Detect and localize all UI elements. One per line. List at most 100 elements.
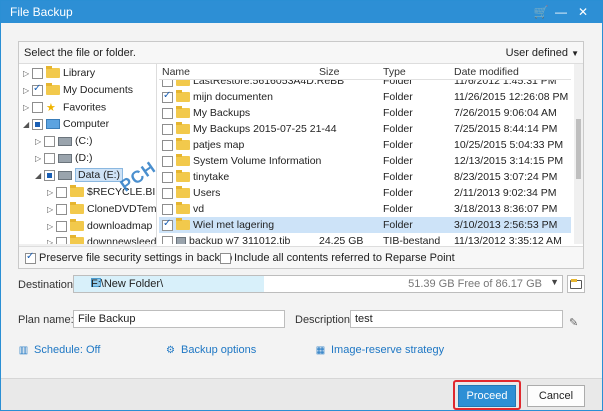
- filter-dropdown[interactable]: User defined ▼: [506, 47, 579, 59]
- row-checkbox[interactable]: [162, 187, 173, 199]
- tree-item-recycle-bin[interactable]: ▷ $RECYCLE.BIN: [47, 185, 156, 203]
- browse-folder-button[interactable]: [567, 275, 585, 293]
- panel-header: Select the file or folder. User defined …: [19, 42, 583, 64]
- row-name: Users: [162, 186, 220, 199]
- collapse-arrow-icon[interactable]: ◢: [23, 120, 32, 129]
- row-checkbox[interactable]: [162, 218, 173, 231]
- proceed-button[interactable]: Proceed: [458, 385, 516, 407]
- table-row[interactable]: mijn documenten Folder 11/26/2015 12:26:08…: [159, 89, 571, 105]
- schedule-label: Schedule: Off: [34, 344, 101, 356]
- tree-item-library[interactable]: ▷ Library: [23, 66, 96, 84]
- drive-icon: [58, 153, 72, 163]
- row-name-text: Wiel met lagering: [193, 219, 275, 231]
- checkbox[interactable]: [32, 102, 43, 113]
- checkbox[interactable]: [44, 152, 55, 164]
- row-checkbox[interactable]: [162, 90, 173, 103]
- preserve-security-checkbox[interactable]: [25, 251, 36, 264]
- edit-icon[interactable]: ✎: [569, 316, 578, 329]
- checkbox[interactable]: [56, 220, 67, 232]
- row-checkbox[interactable]: [162, 139, 173, 151]
- table-row[interactable]: Users Folder 2/11/2013 9:02:34 PM: [159, 185, 571, 201]
- tree-label: My Documents: [63, 84, 134, 96]
- checkbox[interactable]: [32, 67, 43, 79]
- table-row[interactable]: tinytake Folder 8/23/2015 3:07:24 PM: [159, 169, 571, 185]
- tree-label: downloadmap: [87, 220, 153, 232]
- column-header-type[interactable]: Type: [383, 66, 406, 78]
- tree-item-favorites[interactable]: ▷ ★ Favorites: [23, 101, 106, 118]
- expand-arrow-icon[interactable]: ▷: [23, 86, 32, 95]
- documents-icon: [46, 83, 60, 96]
- checkbox[interactable]: [32, 83, 43, 96]
- tree-item-computer[interactable]: ◢ Computer: [23, 118, 109, 135]
- tree-label: CloneDVDTem: [87, 203, 157, 215]
- chevron-down-icon[interactable]: ▼: [550, 277, 559, 287]
- tree-item-drive-e[interactable]: ◢ Data (E:): [35, 168, 124, 186]
- close-button[interactable]: ✕: [575, 4, 591, 20]
- row-name-text: My Backups: [193, 107, 251, 119]
- description-label: Description:: [295, 314, 354, 326]
- include-reparse-option[interactable]: Include all contents referred to Reparse…: [220, 252, 455, 264]
- tree-item-downloadmap[interactable]: ▷ downloadmap: [47, 219, 153, 237]
- cancel-button[interactable]: Cancel: [527, 385, 585, 407]
- tree-item-drive-d[interactable]: ▷ (D:): [35, 152, 93, 169]
- expand-arrow-icon[interactable]: ▷: [35, 154, 44, 163]
- column-header-date[interactable]: Date modified: [454, 66, 519, 78]
- schedule-link[interactable]: ▥ Schedule: Off: [18, 344, 101, 356]
- backup-options-link[interactable]: ⚙ Backup options: [165, 344, 256, 356]
- image-reserve-link[interactable]: ▦ Image-reserve strategy: [315, 344, 444, 356]
- table-row[interactable]: backup w7 311012.tib 24.25 GB TIB-bestand 1…: [159, 233, 571, 244]
- checkbox[interactable]: [44, 135, 55, 147]
- description-input[interactable]: test: [350, 310, 563, 328]
- scrollbar-thumb[interactable]: [576, 119, 581, 179]
- preserve-security-label: Preserve file security settings in backu…: [39, 252, 233, 264]
- column-header-name[interactable]: Name: [162, 66, 190, 78]
- expand-arrow-icon[interactable]: ▷: [35, 137, 44, 146]
- folder-tree: ▷ Library ▷ My Documents ▷ ★ Favorites ◢ Comp…: [19, 64, 157, 244]
- table-row[interactable]: Wiel met lagering Folder 3/10/2013 2:56:53…: [159, 217, 571, 233]
- row-checkbox[interactable]: [162, 171, 173, 183]
- table-row[interactable]: System Volume Information Folder 12/13/201…: [159, 153, 571, 169]
- list-vertical-scrollbar[interactable]: [574, 64, 583, 244]
- plan-name-input[interactable]: File Backup: [73, 310, 285, 328]
- expand-arrow-icon[interactable]: ▷: [47, 188, 56, 197]
- expand-arrow-icon[interactable]: ▷: [23, 69, 32, 78]
- checkbox[interactable]: [32, 118, 43, 130]
- tree-item-my-documents[interactable]: ▷ My Documents: [23, 83, 134, 101]
- tree-label: Library: [63, 67, 96, 79]
- row-checkbox[interactable]: [162, 123, 173, 135]
- file-backup-window: File Backup 🛒 — ✕ Select the file or fol…: [0, 0, 603, 411]
- expand-arrow-icon[interactable]: ▷: [47, 205, 56, 214]
- checkbox[interactable]: [56, 203, 67, 215]
- cart-icon[interactable]: 🛒: [533, 4, 549, 20]
- minimize-button[interactable]: —: [553, 4, 569, 20]
- tree-item-drive-c[interactable]: ▷ (C:): [35, 135, 93, 152]
- tree-item-clonedvd[interactable]: ▷ CloneDVDTem: [47, 202, 157, 220]
- include-reparse-label: Include all contents referred to Reparse…: [234, 252, 455, 264]
- checkbox[interactable]: [56, 186, 67, 198]
- row-checkbox[interactable]: [162, 235, 173, 244]
- row-date: 7/25/2015 8:44:14 PM: [454, 123, 558, 135]
- table-row[interactable]: vd Folder 3/18/2013 8:36:07 PM: [159, 201, 571, 217]
- tree-label: Computer: [63, 118, 110, 130]
- row-name: Wiel met lagering: [162, 218, 275, 231]
- row-type: TIB-bestand: [383, 235, 441, 244]
- expand-arrow-icon[interactable]: ▷: [23, 103, 32, 112]
- include-reparse-checkbox[interactable]: [220, 252, 231, 264]
- checkbox[interactable]: [44, 169, 55, 181]
- column-header-size[interactable]: Size: [319, 66, 339, 78]
- destination-field[interactable]: F:\New Folder\ 51.39 GB Free of 86.17 GB…: [73, 275, 563, 293]
- table-row[interactable]: My Backups 2015-07-25 21-44 Folder 7/25/20…: [159, 121, 571, 137]
- row-checkbox[interactable]: [162, 203, 173, 215]
- row-checkbox[interactable]: [162, 155, 173, 167]
- folder-icon: [70, 235, 84, 244]
- collapse-arrow-icon[interactable]: ◢: [35, 171, 44, 180]
- checkbox[interactable]: [56, 236, 67, 244]
- expand-arrow-icon[interactable]: ▷: [47, 222, 56, 231]
- tree-label: (C:): [75, 135, 93, 147]
- table-row[interactable]: My Backups Folder 7/26/2015 9:06:04 AM: [159, 105, 571, 121]
- row-checkbox[interactable]: [162, 107, 173, 119]
- row-type: Folder: [383, 123, 413, 135]
- preserve-security-option[interactable]: Preserve file security settings in backu…: [25, 251, 233, 264]
- tree-item-downnewsleed[interactable]: ▷ downnewsleed: [47, 235, 156, 244]
- table-row[interactable]: patjes map Folder 10/25/2015 5:04:33 PM: [159, 137, 571, 153]
